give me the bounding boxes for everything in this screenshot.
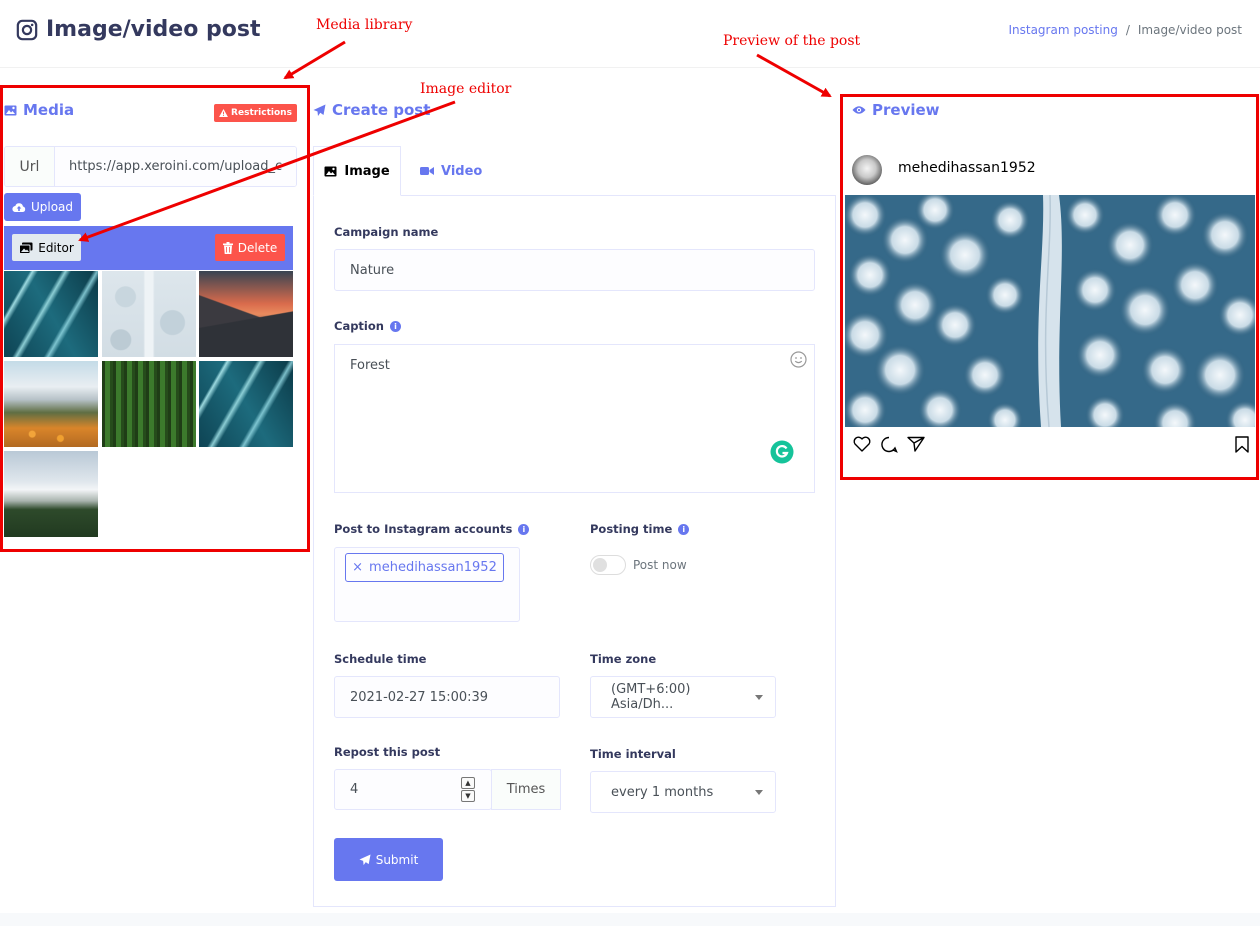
repost-times-addon: Times (491, 769, 561, 810)
account-chip-label: mehedihassan1952 (369, 560, 497, 575)
time-zone-label: Time zone (590, 652, 657, 666)
paper-plane-icon (359, 853, 371, 865)
post-now-toggle[interactable] (590, 555, 626, 575)
media-thumbnail-6[interactable] (199, 361, 293, 447)
chevron-down-icon (755, 789, 763, 795)
arrow-preview (756, 53, 832, 98)
submit-label: Submit (375, 852, 419, 867)
caption-value: Forest (350, 358, 390, 373)
post-now-label: Post now (633, 558, 687, 572)
footer-strip (0, 913, 1260, 926)
submit-button[interactable]: Submit (334, 838, 443, 881)
preview-section-title: Preview (852, 101, 940, 119)
annotation-media-library: Media library (316, 17, 413, 33)
image-icon (4, 105, 17, 115)
schedule-time-label: Schedule time (334, 652, 427, 666)
media-thumbnail-3[interactable] (199, 271, 293, 357)
comment-icon[interactable] (880, 436, 898, 453)
schedule-time-input[interactable]: 2021-02-27 15:00:39 (334, 676, 560, 718)
account-chip[interactable]: × mehedihassan1952 (345, 553, 504, 582)
heart-icon[interactable] (853, 436, 871, 452)
time-zone-value: (GMT+6:00) Asia/Dh... (611, 682, 691, 712)
caption-label-text: Caption (334, 319, 384, 333)
repost-stepper[interactable]: ▲ ▼ (461, 777, 475, 802)
upload-button[interactable]: Upload (4, 193, 81, 221)
media-thumbnail-4[interactable] (4, 361, 98, 447)
info-icon: i (518, 523, 530, 535)
accounts-label-text: Post to Instagram accounts (334, 522, 513, 536)
breadcrumb: Instagram posting / Image/video post (1008, 23, 1242, 37)
eye-icon (852, 106, 866, 114)
media-thumbnail-2[interactable] (102, 271, 196, 357)
tab-image[interactable]: Image (313, 146, 401, 196)
time-interval-select[interactable]: every 1 months (590, 771, 776, 813)
chip-remove-icon[interactable]: × (352, 560, 363, 575)
stepper-down-icon[interactable]: ▼ (461, 790, 475, 802)
breadcrumb-separator: / (1125, 23, 1130, 37)
tab-image-label: Image (344, 163, 390, 179)
annotation-preview-of-post: Preview of the post (723, 33, 861, 49)
toggle-knob (593, 558, 607, 572)
paper-plane-icon (313, 104, 326, 116)
images-icon (19, 242, 33, 254)
posting-time-label: Posting time i (590, 522, 690, 536)
media-section-title: Media (4, 101, 74, 119)
bookmark-icon[interactable] (1235, 436, 1249, 453)
time-zone-select[interactable]: (GMT+6:00) Asia/Dh... (590, 676, 776, 718)
campaign-name-input[interactable]: Nature (334, 249, 815, 291)
breadcrumb-current: Image/video post (1137, 23, 1242, 37)
video-camera-icon (420, 167, 434, 175)
accounts-label: Post to Instagram accounts i (334, 522, 530, 536)
avatar (852, 155, 882, 185)
caption-label: Caption i (334, 319, 401, 333)
media-title-text: Media (23, 101, 75, 119)
warning-icon (219, 109, 228, 117)
tab-video-label: Video (441, 163, 483, 179)
url-label: Url (5, 147, 55, 186)
emoji-icon[interactable] (790, 351, 807, 368)
trash-icon (222, 241, 233, 254)
url-input-group: Url (4, 146, 297, 187)
upload-label: Upload (30, 200, 74, 214)
page-title-text: Image/video post (46, 17, 261, 42)
editor-button[interactable]: Editor (12, 234, 81, 261)
annotation-image-editor: Image editor (420, 81, 512, 97)
cloud-upload-icon (12, 202, 26, 212)
preview-title-text: Preview (872, 101, 940, 119)
time-interval-value: every 1 months (611, 784, 714, 800)
repost-label: Repost this post (334, 745, 441, 759)
chevron-down-icon (755, 694, 763, 700)
url-input[interactable] (55, 147, 296, 186)
share-icon[interactable] (907, 436, 925, 452)
posting-time-label-text: Posting time (590, 522, 673, 536)
breadcrumb-instagram-posting[interactable]: Instagram posting (1008, 23, 1117, 37)
campaign-name-label: Campaign name (334, 225, 439, 239)
create-post-title-text: Create post (332, 101, 431, 119)
editor-label: Editor (38, 240, 74, 255)
instagram-icon (16, 19, 38, 40)
tab-video[interactable]: Video (420, 146, 490, 196)
header-divider (0, 67, 1260, 68)
grammarly-icon[interactable] (770, 440, 794, 464)
preview-post-image (845, 195, 1255, 427)
restrictions-button[interactable]: Restrictions (214, 104, 297, 122)
preview-username: mehedihassan1952 (898, 160, 1036, 176)
arrow-media-library (283, 40, 346, 80)
image-icon (324, 166, 337, 176)
time-interval-label: Time interval (590, 747, 676, 761)
info-icon: i (389, 320, 401, 332)
media-thumbnail-7[interactable] (4, 451, 98, 537)
delete-button[interactable]: Delete (215, 234, 285, 261)
media-thumbnail-5[interactable] (102, 361, 196, 447)
info-icon: i (678, 523, 690, 535)
page-title: Image/video post (16, 17, 260, 42)
create-post-title: Create post (313, 101, 430, 119)
media-thumbnail-1[interactable] (4, 271, 98, 357)
stepper-up-icon[interactable]: ▲ (461, 777, 475, 789)
caption-textarea[interactable]: Forest (334, 344, 815, 493)
restrictions-label: Restrictions (231, 108, 292, 118)
delete-label: Delete (237, 240, 278, 255)
